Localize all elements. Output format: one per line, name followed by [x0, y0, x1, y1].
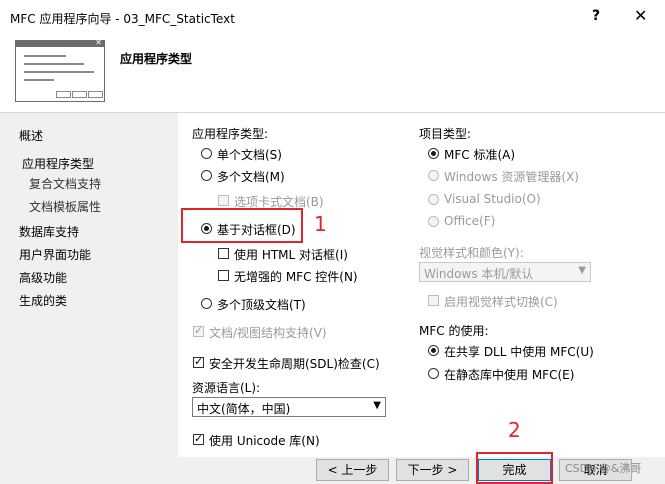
- no-enhanced-controls-label[interactable]: 无增强的 MFC 控件(N): [234, 268, 358, 285]
- help-icon[interactable]: ?: [592, 8, 600, 24]
- dialog-window-icon: ✕: [15, 38, 105, 102]
- use-unicode-label[interactable]: 使用 Unicode 库(N): [209, 432, 320, 449]
- windows-explorer-label[interactable]: Windows 资源管理器(X): [444, 168, 579, 185]
- title-bar: MFC 应用程序向导 - 03_MFC_StaticText ? ✕: [0, 0, 665, 36]
- annotation-box-1: [181, 208, 303, 243]
- visual-studio-radio[interactable]: [428, 194, 439, 205]
- office-label[interactable]: Office(F): [444, 214, 495, 228]
- page-heading: 应用程序类型: [120, 52, 193, 66]
- project-type-label: 项目类型:: [419, 127, 472, 141]
- resource-lang-value: 中文(简体，中国): [197, 402, 291, 416]
- annotation-number-1: 1: [314, 212, 327, 236]
- multi-doc-label[interactable]: 多个文档(M): [217, 168, 285, 185]
- shared-dll-label[interactable]: 在共享 DLL 中使用 MFC(U): [444, 343, 594, 360]
- prev-button[interactable]: < 上一步: [316, 459, 389, 481]
- nav-item-database[interactable]: 数据库支持: [19, 223, 79, 240]
- visual-studio-label[interactable]: Visual Studio(O): [444, 192, 541, 206]
- resource-lang-label: 资源语言(L):: [192, 381, 261, 395]
- sdl-checks-label[interactable]: 安全开发生命周期(SDL)检查(C): [209, 355, 380, 372]
- tabbed-docs-checkbox[interactable]: [218, 195, 229, 206]
- enable-switching-checkbox[interactable]: [428, 295, 439, 306]
- nav-item-generated-classes[interactable]: 生成的类: [19, 292, 67, 309]
- use-html-dialog-checkbox[interactable]: [218, 248, 229, 259]
- shared-dll-radio[interactable]: [428, 345, 439, 356]
- single-doc-label[interactable]: 单个文档(S): [217, 146, 282, 163]
- static-lib-label[interactable]: 在静态库中使用 MFC(E): [444, 366, 574, 383]
- visual-style-value: Windows 本机/默认: [424, 267, 534, 281]
- multi-toplevel-label[interactable]: 多个顶级文档(T): [217, 296, 306, 313]
- nav-item-advanced[interactable]: 高级功能: [19, 269, 67, 286]
- visual-style-label: 视觉样式和颜色(Y):: [419, 246, 524, 260]
- doc-view-label[interactable]: 文档/视图结构支持(V): [209, 324, 327, 341]
- multi-doc-radio[interactable]: [201, 170, 212, 181]
- multi-toplevel-radio[interactable]: [201, 298, 212, 309]
- nav-item-ui-features[interactable]: 用户界面功能: [19, 246, 91, 263]
- annotation-box-2: [476, 452, 553, 484]
- annotation-number-2: 2: [508, 418, 521, 442]
- no-enhanced-controls-checkbox[interactable]: [218, 270, 229, 281]
- nav-item-compound-doc[interactable]: 复合文档支持: [29, 175, 101, 192]
- next-button[interactable]: 下一步 >: [396, 459, 469, 481]
- windows-explorer-radio[interactable]: [428, 170, 439, 181]
- chevron-down-icon: ▼: [578, 265, 586, 276]
- mfc-standard-label[interactable]: MFC 标准(A): [444, 146, 515, 163]
- nav-item-doc-template[interactable]: 文档模板属性: [29, 198, 101, 215]
- chevron-down-icon: ▼: [373, 400, 381, 411]
- single-doc-radio[interactable]: [201, 148, 212, 159]
- static-lib-radio[interactable]: [428, 368, 439, 379]
- mfc-use-label: MFC 的使用:: [419, 324, 489, 338]
- use-unicode-checkbox[interactable]: [193, 432, 204, 445]
- sdl-checks-checkbox[interactable]: [193, 355, 204, 368]
- resource-lang-select[interactable]: 中文(简体，中国) ▼: [192, 397, 386, 417]
- watermark: CSDN @&沸哥: [565, 462, 642, 475]
- wizard-nav: 概述 应用程序类型 复合文档支持 文档模板属性 数据库支持 用户界面功能 高级功…: [0, 113, 178, 484]
- use-html-dialog-label[interactable]: 使用 HTML 对话框(I): [234, 246, 348, 263]
- wizard-header: ✕ 应用程序类型: [0, 36, 665, 113]
- office-radio[interactable]: [428, 216, 439, 227]
- nav-item-app-type[interactable]: 应用程序类型: [22, 155, 94, 172]
- doc-view-checkbox[interactable]: [193, 324, 204, 337]
- visual-style-select[interactable]: Windows 本机/默认 ▼: [419, 262, 591, 282]
- mfc-standard-radio[interactable]: [428, 148, 439, 159]
- enable-switching-label[interactable]: 启用视觉样式切换(C): [444, 293, 558, 310]
- close-icon[interactable]: ✕: [634, 6, 647, 25]
- nav-item-overview[interactable]: 概述: [19, 127, 43, 144]
- app-type-label: 应用程序类型:: [192, 127, 269, 141]
- window-title: MFC 应用程序向导 - 03_MFC_StaticText: [10, 12, 235, 26]
